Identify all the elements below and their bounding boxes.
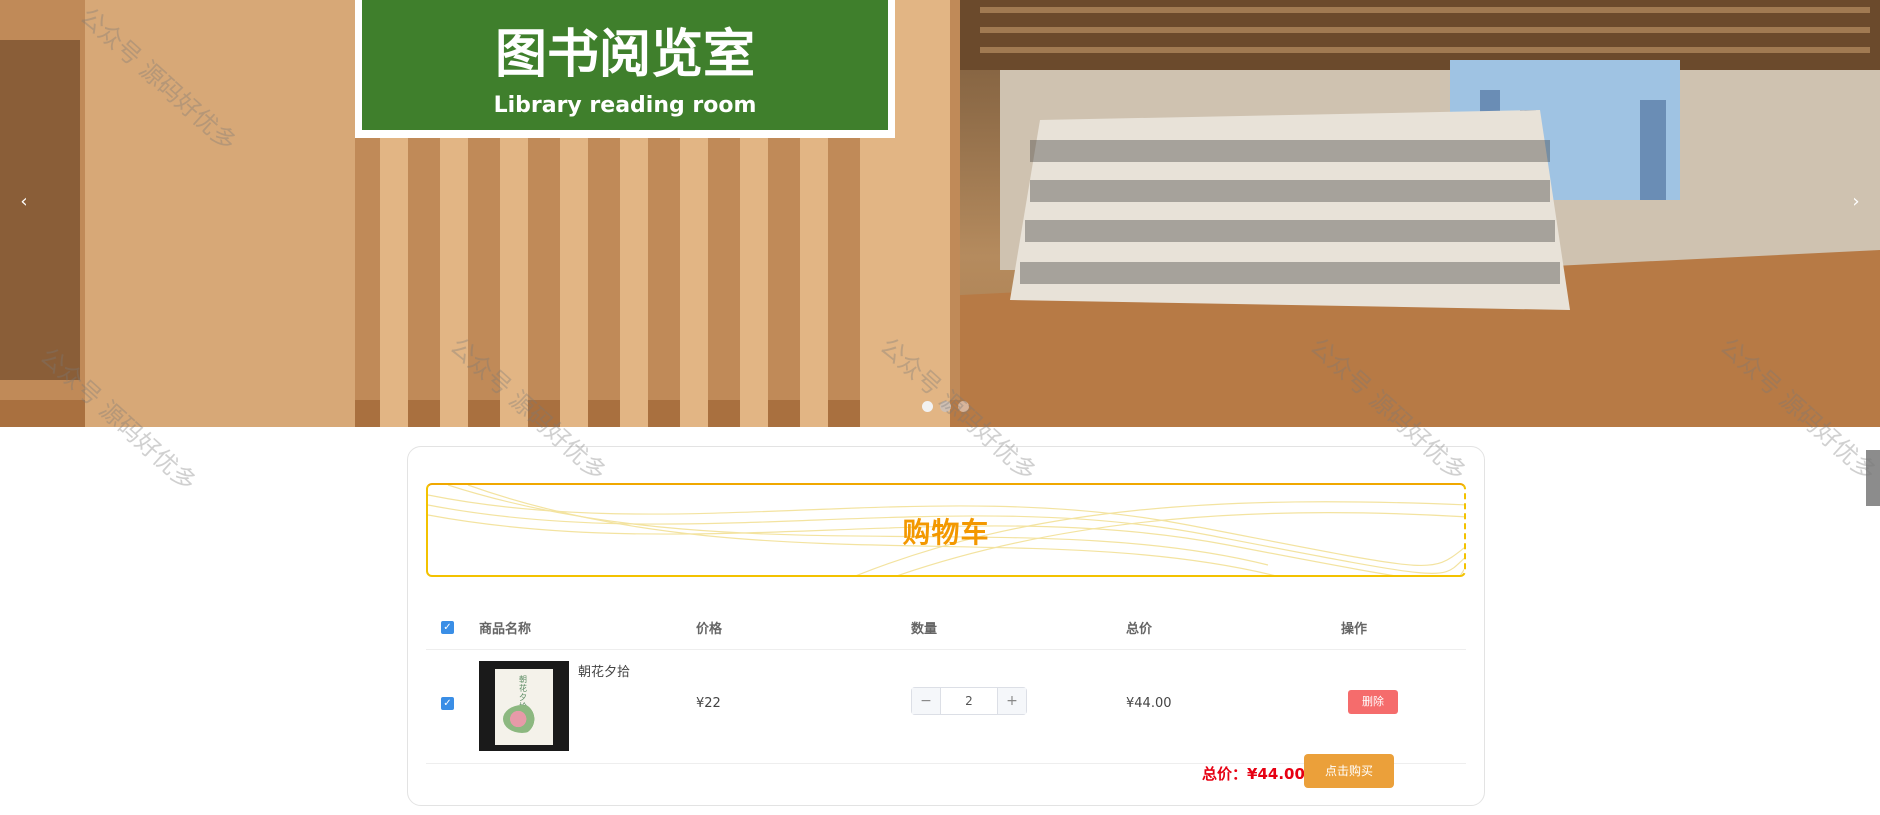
cart-title: 购物车 xyxy=(902,516,990,549)
quantity-input[interactable]: 2 xyxy=(941,688,997,714)
sign-english-text: Library reading room xyxy=(494,93,757,118)
column-header-price: 价格 xyxy=(696,622,723,637)
carousel-dot-1[interactable] xyxy=(922,401,933,412)
item-price: ¥22 xyxy=(696,696,721,711)
item-checkbox[interactable]: ✓ xyxy=(441,697,454,710)
library-photo: 图书阅览室 Library reading room xyxy=(0,0,1880,427)
cart-table-header: ✓ 商品名称 价格 数量 总价 操作 xyxy=(426,607,1466,650)
quantity-stepper: − 2 + xyxy=(911,687,1027,715)
carousel-prev-button[interactable]: ‹ xyxy=(12,190,36,214)
table-row: ✓ 朝花夕拾 朝花夕拾 ¥22 − 2 + ¥44.00 删除 xyxy=(426,649,1466,764)
sign-chinese-text: 图书阅览室 xyxy=(495,25,755,85)
item-total: ¥44.00 xyxy=(1126,696,1172,711)
column-header-name: 商品名称 xyxy=(479,622,532,637)
cart-total-label: 总价： xyxy=(1202,765,1248,783)
buy-button[interactable]: 点击购买 xyxy=(1304,754,1394,788)
decrease-quantity-button[interactable]: − xyxy=(912,688,941,714)
carousel-next-button[interactable]: › xyxy=(1844,190,1868,214)
cart-panel: 购物车 ✓ 商品名称 价格 数量 总价 操作 ✓ 朝花夕拾 朝花夕拾 ¥22 −… xyxy=(407,446,1485,806)
page-scrollbar-thumb[interactable] xyxy=(1866,450,1880,506)
delete-button[interactable]: 删除 xyxy=(1348,690,1398,714)
item-name[interactable]: 朝花夕拾 xyxy=(578,661,630,680)
cart-total-value: ¥44.00 xyxy=(1247,765,1305,783)
column-header-total: 总价 xyxy=(1126,622,1153,637)
cart-title-banner: 购物车 xyxy=(426,483,1466,577)
carousel-dot-2[interactable] xyxy=(940,401,951,412)
select-all-checkbox[interactable]: ✓ xyxy=(441,621,454,634)
column-header-action: 操作 xyxy=(1341,622,1368,637)
column-header-quantity: 数量 xyxy=(911,622,938,637)
cart-total: 总价：¥44.00 xyxy=(1202,763,1305,784)
carousel-indicators xyxy=(922,401,969,412)
book-cover-image[interactable]: 朝花夕拾 xyxy=(479,661,569,751)
carousel-dot-3[interactable] xyxy=(958,401,969,412)
increase-quantity-button[interactable]: + xyxy=(997,688,1026,714)
hero-carousel: 图书阅览室 Library reading room ‹ › xyxy=(0,0,1880,427)
